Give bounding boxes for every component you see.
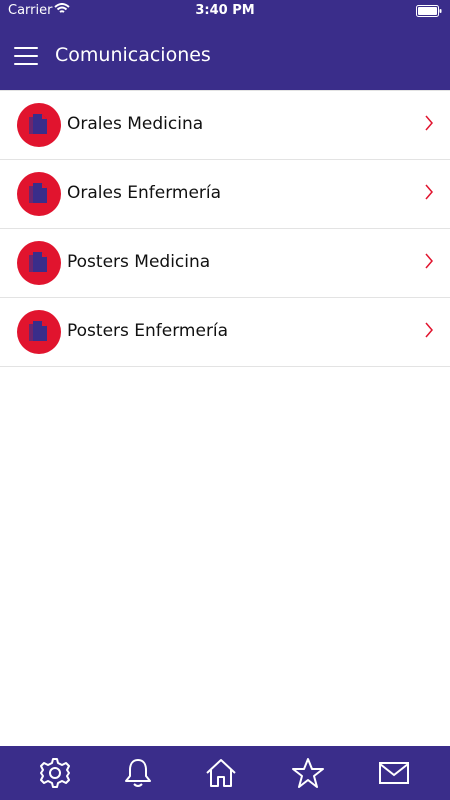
app-header: Comunicaciones [0,22,450,90]
document-icon [17,241,61,285]
status-bar: Carrier 3:40 PM [0,0,450,22]
list-item-label: Orales Enfermería [67,183,222,203]
chevron-right-icon [424,184,434,204]
mail-icon[interactable] [377,756,411,790]
gear-icon[interactable] [38,756,72,790]
bottom-nav [0,746,450,800]
status-time: 3:40 PM [195,3,255,18]
list-item-posters-enfermeria[interactable]: Posters Enfermería [0,298,450,367]
document-icon [17,172,61,216]
list-item-label: Orales Medicina [67,114,204,134]
list-item-label: Posters Enfermería [67,321,229,341]
document-icon [17,310,61,354]
communications-list: Orales Medicina Orales Enfermería Poster… [0,90,450,367]
home-icon[interactable] [204,756,238,790]
chevron-right-icon [424,322,434,342]
chevron-right-icon [424,115,434,135]
list-item-orales-enfermeria[interactable]: Orales Enfermería [0,160,450,229]
list-item-label: Posters Medicina [67,252,211,272]
bell-icon[interactable] [121,756,155,790]
chevron-right-icon [424,253,434,273]
document-icon [17,103,61,147]
menu-icon[interactable] [14,47,38,65]
star-icon[interactable] [291,756,325,790]
list-item-posters-medicina[interactable]: Posters Medicina [0,229,450,298]
page-title: Comunicaciones [55,44,211,66]
list-item-orales-medicina[interactable]: Orales Medicina [0,91,450,160]
battery-icon [416,5,442,21]
